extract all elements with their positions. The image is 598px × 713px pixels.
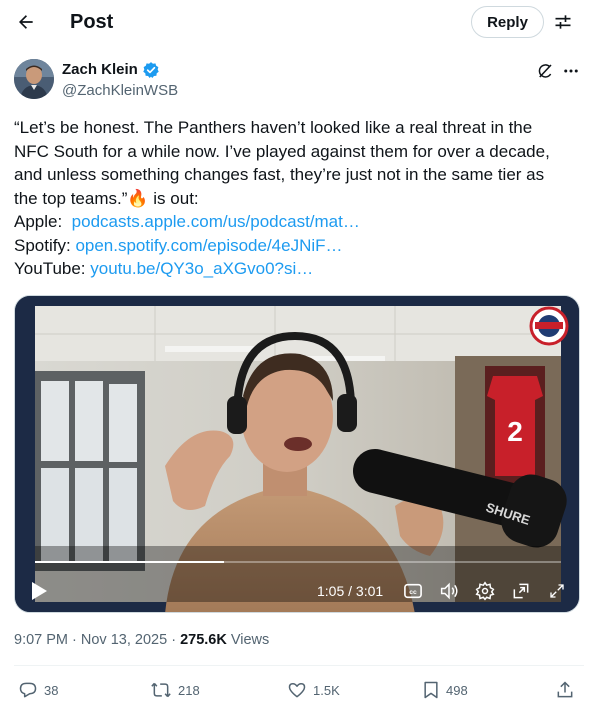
share-action[interactable] — [555, 679, 575, 701]
post-meta: 9:07 PM · Nov 13, 2025 · 275.6K Views — [14, 630, 269, 650]
apple-podcast-link[interactable]: podcasts.apple.com/us/podcast/mat… — [72, 212, 360, 231]
link-label: Spotify: — [14, 235, 71, 255]
video-frame: 2 SHURE — [15, 296, 579, 612]
jersey-number: 2 — [507, 416, 523, 447]
play-button[interactable] — [27, 579, 51, 603]
fullscreen-button[interactable] — [545, 579, 569, 603]
reply-action[interactable]: 38 — [18, 679, 58, 701]
fullscreen-icon — [550, 584, 564, 598]
author-handle[interactable]: @ZachKleinWSB — [62, 81, 178, 101]
post-timestamp[interactable]: 9:07 PM · Nov 13, 2025 — [14, 632, 167, 648]
views-count: 275.6K — [180, 632, 227, 648]
like-action[interactable]: 1.5K — [287, 679, 340, 701]
link-line-apple: Apple: podcasts.apple.com/us/podcast/mat… — [14, 210, 584, 234]
more-icon — [564, 69, 578, 73]
repost-count: 218 — [178, 682, 200, 698]
back-arrow-icon — [19, 15, 33, 29]
tweet-text: “Let’s be honest. The Panthers haven’t l… — [14, 116, 584, 281]
podcast-logo — [529, 306, 569, 346]
like-count: 1.5K — [313, 682, 340, 698]
meta-separator: · — [171, 632, 177, 648]
tweet-text-line: NFC South for a while now. I’ve played a… — [14, 141, 550, 161]
captions-button[interactable]: cc — [401, 579, 425, 603]
author-name-text: Zach Klein — [62, 61, 138, 78]
bookmark-action[interactable]: 498 — [422, 679, 468, 701]
more-options-button[interactable] — [560, 60, 582, 82]
volume-button[interactable] — [437, 579, 461, 603]
back-button[interactable] — [10, 6, 42, 38]
link-label: YouTube: — [14, 259, 86, 278]
bookmark-count: 498 — [446, 682, 468, 698]
picture-in-picture-button[interactable] — [509, 579, 533, 603]
divider — [14, 665, 584, 666]
repost-icon — [151, 682, 171, 698]
play-icon — [32, 582, 47, 600]
video-player[interactable]: 2 SHURE 1:05 / 3:01 cc — [14, 295, 580, 613]
page-title: Post — [70, 11, 114, 33]
author-name[interactable]: Zach Klein — [62, 60, 160, 80]
verified-badge-icon — [142, 61, 160, 79]
settings-sliders-button[interactable] — [550, 9, 576, 35]
svg-text:cc: cc — [409, 589, 417, 596]
reply-count: 38 — [44, 682, 59, 698]
reply-icon — [19, 682, 37, 698]
video-settings-button[interactable] — [473, 579, 497, 603]
link-line-spotify: Spotify: open.spotify.com/episode/4eJNiF… — [14, 234, 584, 258]
video-progress-bar[interactable] — [35, 561, 561, 563]
tweet-text-line: “Let’s be honest. The Panthers haven’t l… — [14, 118, 533, 137]
views-label: Views — [230, 632, 270, 648]
avatar[interactable] — [14, 59, 54, 99]
settings-sliders-icon — [555, 15, 571, 29]
youtube-link[interactable]: youtu.be/QY3o_aXGvo0?si… — [90, 259, 313, 278]
reply-button[interactable]: Reply — [471, 6, 544, 38]
grok-button[interactable] — [534, 60, 556, 82]
volume-icon — [440, 582, 458, 600]
post-header: Post Reply — [0, 0, 598, 44]
captions-icon: cc — [404, 583, 422, 599]
share-icon — [557, 681, 573, 698]
bookmark-icon — [424, 681, 438, 699]
link-label: Apple: — [14, 212, 63, 231]
repost-action[interactable]: 218 — [150, 679, 200, 701]
settings-gear-icon — [475, 581, 495, 601]
video-progress-fill — [35, 561, 225, 563]
grok-icon — [538, 64, 552, 78]
spotify-link[interactable]: open.spotify.com/episode/4eJNiF… — [75, 236, 342, 255]
picture-in-picture-icon — [513, 583, 529, 599]
like-icon — [288, 683, 306, 698]
tweet-text-line: and unless something changes fast, they’… — [14, 165, 545, 184]
link-line-youtube: YouTube: youtu.be/QY3o_aXGvo0?si… — [14, 257, 584, 281]
video-time: 1:05 / 3:01 — [317, 583, 384, 599]
tweet-text-line: the top teams.”🔥 is out: — [14, 188, 199, 208]
